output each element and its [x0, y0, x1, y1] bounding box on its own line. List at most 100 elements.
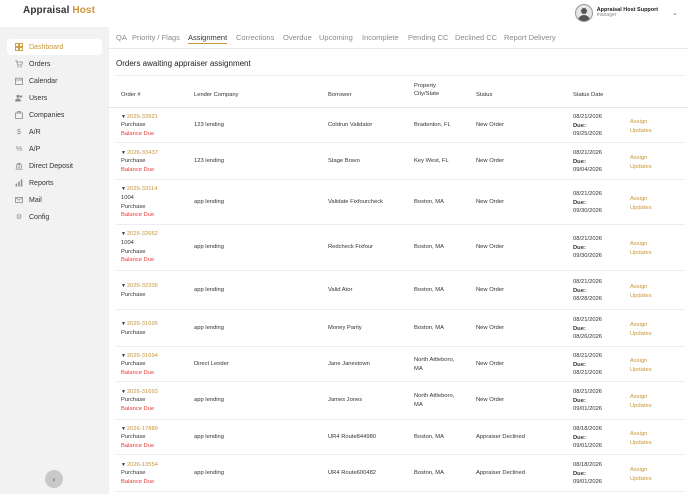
due-date: 09/01/2026 — [573, 406, 603, 413]
tab-pending-cc[interactable]: Pending CC — [408, 33, 448, 42]
table-row[interactable]: ▼2026-17889 Purchase Balance Due app lendin… — [116, 420, 685, 455]
assign-link[interactable]: Assign — [630, 283, 652, 292]
caret-down-icon[interactable]: ▼ — [121, 321, 126, 327]
caret-down-icon[interactable]: ▼ — [121, 389, 126, 395]
sidebar-item-label: Orders — [29, 60, 51, 68]
caret-down-icon[interactable]: ▼ — [121, 426, 126, 432]
table-row[interactable]: ▼2026-33921 Purchase Balance Due 123 lendin… — [116, 109, 685, 143]
gear-icon: ⚙ — [15, 214, 23, 221]
borrower-cell: UR4 Route600482 — [328, 470, 377, 476]
caret-down-icon[interactable]: ▼ — [121, 283, 126, 289]
updates-link[interactable]: Updates — [630, 366, 652, 375]
order-link[interactable]: 2026-17889 — [127, 426, 158, 432]
updates-link[interactable]: Updates — [630, 439, 652, 448]
sidebar-item-ar[interactable]: $ A/R — [7, 124, 102, 140]
app-logo[interactable]: Appraisal Host — [23, 5, 95, 16]
order-link[interactable]: 2026-33921 — [127, 114, 158, 120]
lender-cell: app lending — [194, 244, 224, 250]
sidebar-item-dashboard[interactable]: Dashboard — [7, 39, 102, 55]
updates-link[interactable]: Updates — [630, 127, 652, 136]
caret-down-icon[interactable]: ▼ — [121, 353, 126, 359]
updates-link[interactable]: Updates — [630, 402, 652, 411]
collapse-sidebar-button[interactable]: ‹ — [45, 470, 63, 488]
property-city: Boston, MA — [414, 470, 444, 476]
sidebar-item-users[interactable]: Users — [7, 90, 102, 106]
caret-down-icon[interactable]: ▼ — [121, 114, 126, 120]
tab-overdue[interactable]: Overdue — [283, 33, 312, 42]
table-row[interactable]: ▼2026-32336 Purchase app lending Valid Ator… — [116, 271, 685, 310]
order-link[interactable]: 2026-32336 — [127, 283, 158, 289]
sidebar-item-reports[interactable]: Reports — [7, 175, 102, 191]
tab-corrections[interactable]: Corrections — [236, 33, 274, 42]
updates-link[interactable]: Updates — [630, 292, 652, 301]
assign-link[interactable]: Assign — [630, 357, 652, 366]
table-row[interactable]: ▼2026-33114 1004 Purchase Balance Due app le… — [116, 180, 685, 225]
sidebar-item-orders[interactable]: Orders — [7, 56, 102, 72]
column-header-borrower[interactable]: Borrower — [328, 91, 352, 99]
sidebar-item-companies[interactable]: Companies — [7, 107, 102, 123]
order-link[interactable]: 2026-13554 — [127, 462, 158, 468]
order-link[interactable]: 2026-33437 — [127, 150, 158, 156]
column-header-property-line2: City/State — [414, 91, 440, 98]
sidebar-item-calendar[interactable]: Calendar — [7, 73, 102, 89]
updates-link[interactable]: Updates — [630, 330, 652, 339]
table-row[interactable]: ▼2026-13554 Purchase Balance Due app lendin… — [116, 455, 685, 492]
assign-link[interactable]: Assign — [630, 466, 652, 475]
assign-link[interactable]: Assign — [630, 321, 652, 330]
tab-report-delivery[interactable]: Report Delivery — [504, 33, 556, 42]
dates-cell: 08/18/2026 Due: 09/01/2026 — [573, 461, 602, 487]
updates-link[interactable]: Updates — [630, 249, 652, 258]
order-type: Purchase — [121, 291, 146, 298]
assign-link[interactable]: Assign — [630, 240, 652, 249]
column-header-property-line1: Property — [414, 83, 436, 89]
caret-down-icon[interactable]: ▼ — [121, 186, 126, 192]
order-link[interactable]: 2026-31695 — [127, 321, 158, 327]
sidebar-item-label: Direct Deposit — [29, 162, 73, 170]
column-header-lender[interactable]: Lender Company — [194, 91, 238, 99]
table-row[interactable]: ▼2026-31695 Purchase app lending Money Pari… — [116, 310, 685, 347]
column-header-status[interactable]: Status — [476, 91, 492, 99]
tab-declined-cc[interactable]: Declined CC — [455, 33, 497, 42]
avatar[interactable] — [574, 4, 593, 22]
caret-down-icon[interactable]: ▼ — [121, 462, 126, 468]
actions-cell: Assign Updates — [630, 321, 652, 338]
table-row[interactable]: ▼2026-32662 1004 Purchase Balance Due app le… — [116, 225, 685, 271]
assign-link[interactable]: Assign — [630, 430, 652, 439]
order-link[interactable]: 2026-33114 — [127, 186, 158, 192]
sidebar-item-config[interactable]: ⚙ Config — [7, 209, 102, 225]
assign-link[interactable]: Assign — [630, 195, 652, 204]
column-header-order[interactable]: Order # — [121, 91, 141, 99]
actions-cell: Assign Updates — [630, 118, 652, 135]
tab-assignment[interactable]: Assignment — [188, 33, 228, 44]
due-label: Due: — [573, 199, 586, 206]
sidebar-item-direct-deposit[interactable]: Direct Deposit — [7, 158, 102, 174]
table-row[interactable]: ▼2026-33437 Purchase Balance Due 123 lendin… — [116, 143, 685, 180]
column-header-property[interactable]: Property City/State — [414, 82, 439, 98]
tab-incomplete[interactable]: Incomplete — [362, 33, 399, 42]
chevron-down-icon[interactable]: ⌄ — [672, 9, 678, 17]
updates-link[interactable]: Updates — [630, 163, 652, 172]
section-title: Orders awaiting appraiser assignment — [116, 59, 251, 68]
order-type: Purchase — [121, 470, 146, 477]
tab-qa[interactable]: QA — [116, 33, 127, 42]
updates-link[interactable]: Updates — [630, 204, 652, 213]
order-link[interactable]: 2026-31694 — [127, 353, 158, 359]
updates-link[interactable]: Updates — [630, 475, 652, 484]
sidebar-item-ap[interactable]: % A/P — [7, 141, 102, 157]
sidebar-item-label: Mail — [29, 196, 42, 204]
caret-down-icon[interactable]: ▼ — [121, 231, 126, 237]
column-header-status-date[interactable]: Status Date — [573, 91, 603, 99]
sidebar-item-mail[interactable]: Mail — [7, 192, 102, 208]
order-link[interactable]: 2026-32662 — [127, 231, 158, 237]
order-link[interactable]: 2026-31693 — [127, 389, 158, 395]
assign-link[interactable]: Assign — [630, 393, 652, 402]
caret-down-icon[interactable]: ▼ — [121, 150, 126, 156]
table-row[interactable]: ▼2026-31693 Purchase Balance Due app lendin… — [116, 382, 685, 420]
user-menu[interactable]: Appraisal Host Support manager ⌄ — [574, 3, 678, 23]
main-content: QA Priority / Flags Assignment Correctio… — [109, 27, 688, 494]
tab-upcoming[interactable]: Upcoming — [319, 33, 353, 42]
tab-priority-flags[interactable]: Priority / Flags — [132, 33, 180, 42]
table-row[interactable]: ▼2026-31694 Purchase Balance Due Direct Len… — [116, 347, 685, 382]
assign-link[interactable]: Assign — [630, 154, 652, 163]
assign-link[interactable]: Assign — [630, 118, 652, 127]
